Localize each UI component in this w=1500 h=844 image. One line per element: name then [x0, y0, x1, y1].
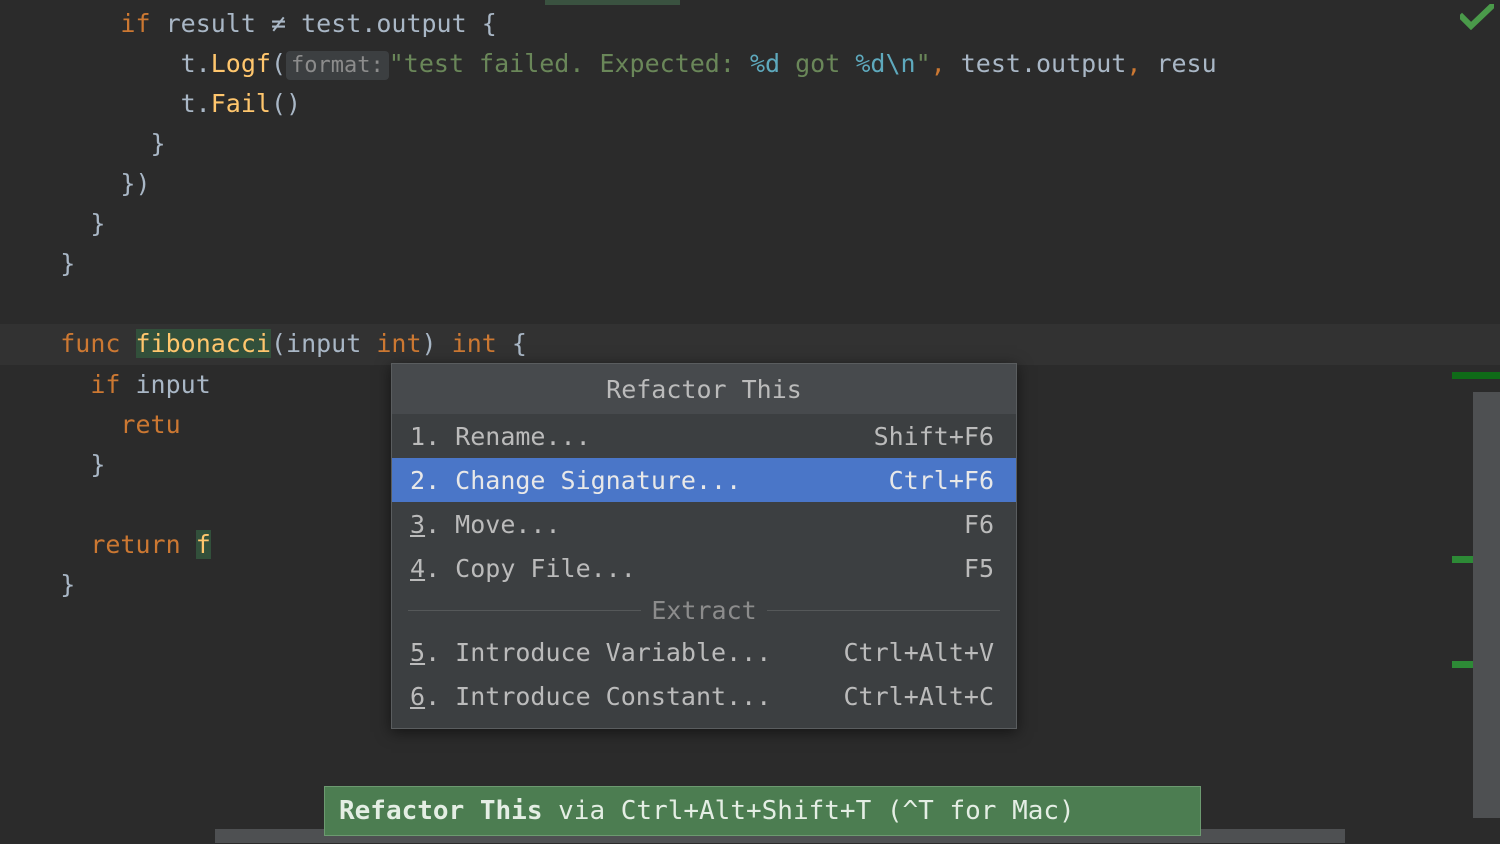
menu-item-mnemonic: 4 — [410, 553, 426, 583]
hint-strong-text: Refactor This — [339, 796, 543, 826]
refactor-this-popup[interactable]: Refactor This 1. Rename... Shift+F6 2. Cha… — [391, 363, 1017, 729]
menu-item-label: . Copy File... — [425, 553, 636, 583]
token-fibonacci-identifier[interactable]: fibonacci — [135, 329, 271, 358]
token-type-int: int — [376, 329, 422, 358]
token-close-brace: } — [150, 129, 166, 158]
token-close-brace: } — [90, 450, 106, 479]
code-line: ____________t.Fail() — [0, 84, 1500, 124]
token-close-brace: } — [60, 249, 76, 278]
menu-item-shortcut: F5 — [963, 553, 994, 583]
token-comma: , — [1126, 49, 1142, 78]
code-line-function-signature: ____func fibonacci(input int) int { — [0, 324, 1500, 364]
menu-item-shortcut: Ctrl+F6 — [888, 465, 994, 495]
popup-title: Refactor This — [392, 364, 1016, 414]
code-line: ____} — [0, 244, 1500, 284]
token-keyword-return: return — [90, 530, 181, 559]
menu-item-label: . Change Signature... — [425, 465, 742, 495]
token-close-paren: ) — [421, 329, 437, 358]
menu-item-mnemonic: 2 — [410, 465, 426, 495]
token-input: input — [135, 370, 211, 399]
code-line: ________if result ≠ test.output { — [0, 4, 1500, 44]
refactor-menu-list-extract[interactable]: 5. Introduce Variable... Ctrl+Alt+V 6. Int… — [392, 630, 1016, 718]
menu-item-mnemonic: 6 — [410, 681, 426, 711]
token-t-dot: t. — [180, 49, 211, 78]
separator-line-right — [766, 609, 1001, 611]
token-close-brace: } — [90, 209, 106, 238]
token-escape-newline: \n — [885, 49, 916, 78]
token-keyword-if: if — [90, 370, 121, 399]
menu-item[interactable]: 6. Introduce Constant... Ctrl+Alt+C — [392, 674, 1016, 718]
token-keyword-return: retu — [120, 410, 181, 439]
token-string-end: " — [915, 49, 931, 78]
menu-item-mnemonic: 3 — [410, 509, 426, 539]
token-not-equal-ligature: ≠ — [270, 9, 287, 38]
menu-item[interactable]: 1. Rename... Shift+F6 — [392, 414, 1016, 458]
menu-item-label: . Introduce Variable... — [425, 637, 772, 667]
menu-item[interactable]: 3. Move... F6 — [392, 502, 1016, 546]
refactor-menu-list[interactable]: 1. Rename... Shift+F6 2. Change Signature.… — [392, 414, 1016, 590]
token-result: result — [165, 9, 256, 38]
token-close-brace-paren: }) — [120, 169, 151, 198]
token-string-part1: "test failed. Expected: — [388, 49, 750, 78]
menu-item-shortcut: Shift+F6 — [873, 421, 994, 451]
editor-right-gutter[interactable] — [1452, 0, 1500, 844]
refactor-hint-balloon: Refactor This via Ctrl+Alt+Shift+T (^T f… — [324, 786, 1201, 836]
menu-item-shortcut: Ctrl+Alt+C — [843, 681, 994, 711]
menu-bottom-padding — [392, 718, 1016, 728]
token-open-paren: ( — [270, 329, 287, 358]
code-line: ______} — [0, 204, 1500, 244]
token-string-part2: got — [780, 49, 856, 78]
hint-rest-text: via Ctrl+Alt+Shift+T (^T for Mac) — [542, 796, 1075, 826]
menu-separator-extract: Extract — [392, 590, 1016, 630]
token-param-input: input — [286, 329, 362, 358]
menu-item-mnemonic: 5 — [410, 637, 426, 667]
token-type-int: int — [451, 329, 497, 358]
token-logf: Logf — [210, 49, 271, 78]
menu-item[interactable]: 5. Introduce Variable... Ctrl+Alt+V — [392, 630, 1016, 674]
token-comma: , — [930, 49, 946, 78]
token-format-verb: %d — [749, 49, 781, 78]
token-fibonacci-call[interactable]: f — [195, 530, 211, 559]
separator-label: Extract — [651, 595, 757, 625]
token-open-brace: { — [481, 9, 497, 38]
token-parens: () — [270, 89, 302, 118]
menu-item[interactable]: 2. Change Signature... Ctrl+F6 — [392, 458, 1016, 502]
menu-item-mnemonic: 1 — [410, 421, 426, 451]
inlay-hint-format[interactable]: format: — [286, 51, 389, 80]
token-arg-resu: resu — [1156, 49, 1217, 78]
menu-item-label: . Rename... — [425, 421, 591, 451]
vcs-change-marker[interactable] — [1452, 372, 1500, 379]
menu-item-shortcut: Ctrl+Alt+V — [843, 637, 994, 667]
vertical-scrollbar-thumb[interactable] — [1473, 392, 1500, 818]
token-t-dot: t. — [180, 89, 211, 118]
token-arg-test-output: test.output — [960, 49, 1127, 78]
code-line: __________} — [0, 124, 1500, 164]
code-line: ________}) — [0, 164, 1500, 204]
token-close-brace: } — [60, 570, 76, 599]
menu-item-label: . Introduce Constant... — [425, 681, 772, 711]
menu-item[interactable]: 4. Copy File... F5 — [392, 546, 1016, 590]
menu-item-shortcut: F6 — [963, 509, 994, 539]
token-test-output: test.output — [301, 9, 467, 38]
token-open-paren: ( — [270, 49, 287, 78]
token-keyword-if: if — [120, 9, 151, 38]
menu-item-label: . Move... — [425, 509, 561, 539]
code-line: ____________t.Logf(format:"test failed. … — [0, 44, 1500, 84]
token-keyword-func: func — [60, 329, 121, 358]
token-fail: Fail — [210, 89, 271, 118]
token-open-brace: { — [511, 329, 527, 358]
token-format-verb: %d — [855, 49, 886, 78]
separator-line-left — [408, 609, 642, 611]
